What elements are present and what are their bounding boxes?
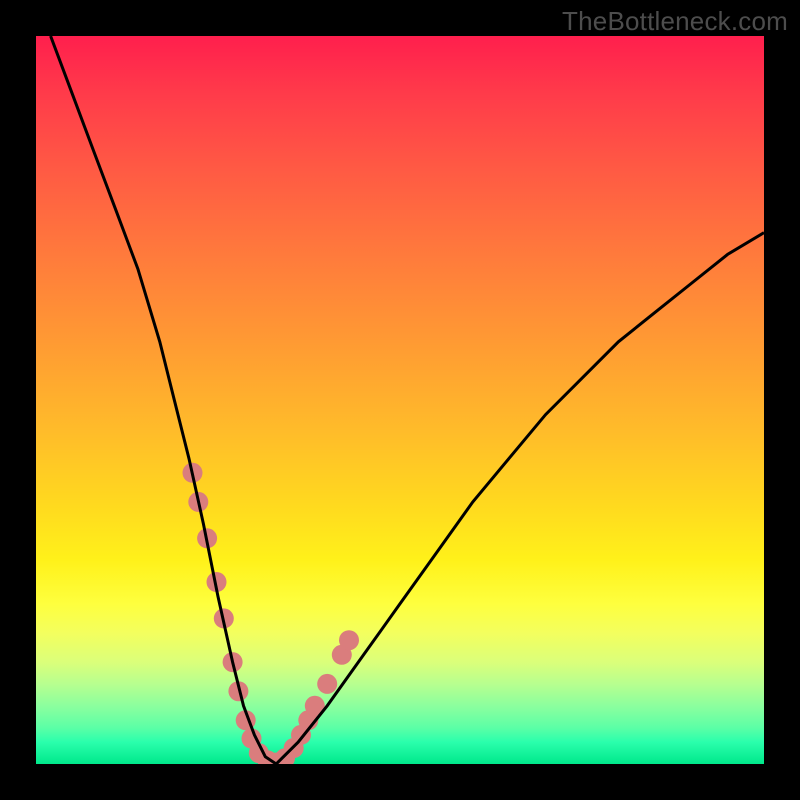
curve-path [51,36,764,764]
plot-area [36,36,764,764]
watermark-text: TheBottleneck.com [562,6,788,37]
marker-dot [317,674,337,694]
marker-group [183,463,360,764]
chart-frame: TheBottleneck.com [0,0,800,800]
marker-dot [339,630,359,650]
chart-svg [36,36,764,764]
